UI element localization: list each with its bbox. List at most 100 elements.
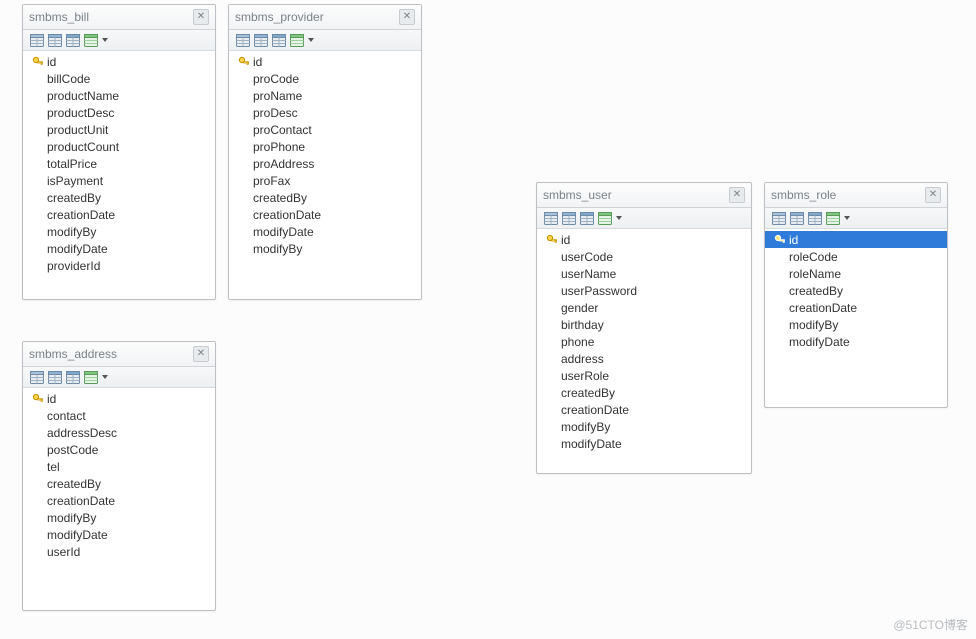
field-row[interactable]: gender [537,299,751,316]
field-row[interactable]: modifyDate [765,333,947,350]
toolbar-table-icon[interactable] [235,33,251,47]
field-row[interactable]: modifyDate [537,435,751,452]
table-toolbar[interactable] [23,30,215,51]
toolbar-table-icon[interactable] [543,211,559,225]
toolbar-view-icon[interactable] [825,211,841,225]
toolbar-table-icon-2[interactable] [47,33,63,47]
field-row[interactable]: creationDate [537,401,751,418]
field-row[interactable]: proContact [229,121,421,138]
table-panel-address[interactable]: smbms_address ✕ id contact ad [22,341,216,611]
field-row[interactable]: modifyBy [23,223,215,240]
field-row[interactable]: modifyBy [229,240,421,257]
field-row[interactable]: proPhone [229,138,421,155]
field-row[interactable]: createdBy [229,189,421,206]
field-row[interactable]: roleName [765,265,947,282]
toolbar-table-icon[interactable] [29,33,45,47]
field-row[interactable]: proCode [229,70,421,87]
close-icon[interactable]: ✕ [193,346,209,362]
toolbar-table-icon-3[interactable] [579,211,595,225]
field-row[interactable]: proName [229,87,421,104]
field-row[interactable]: userId [23,543,215,560]
toolbar-view-icon[interactable] [83,33,99,47]
toolbar-table-icon[interactable] [29,370,45,384]
field-list[interactable]: id contact addressDesc postCode tel crea… [23,388,215,566]
table-panel-role[interactable]: smbms_role ✕ id roleCode role [764,182,948,408]
chevron-down-icon[interactable] [844,216,850,220]
field-row[interactable]: createdBy [23,189,215,206]
field-row[interactable]: userRole [537,367,751,384]
field-row[interactable]: birthday [537,316,751,333]
field-row[interactable]: createdBy [765,282,947,299]
field-row[interactable]: roleCode [765,248,947,265]
toolbar-table-icon-3[interactable] [271,33,287,47]
field-row[interactable]: userName [537,265,751,282]
toolbar-table-icon-3[interactable] [65,33,81,47]
close-icon[interactable]: ✕ [729,187,745,203]
field-row[interactable]: isPayment [23,172,215,189]
field-row[interactable]: phone [537,333,751,350]
field-row[interactable]: modifyBy [537,418,751,435]
titlebar[interactable]: smbms_bill ✕ [23,5,215,30]
field-row[interactable]: postCode [23,441,215,458]
field-row[interactable]: id [23,53,215,70]
field-row[interactable]: addressDesc [23,424,215,441]
toolbar-view-icon[interactable] [83,370,99,384]
titlebar[interactable]: smbms_provider ✕ [229,5,421,30]
titlebar[interactable]: smbms_role ✕ [765,183,947,208]
field-row[interactable]: modifyDate [229,223,421,240]
close-icon[interactable]: ✕ [399,9,415,25]
field-row[interactable]: productDesc [23,104,215,121]
toolbar-table-icon[interactable] [771,211,787,225]
toolbar-table-icon-3[interactable] [65,370,81,384]
field-row[interactable]: modifyBy [23,509,215,526]
field-row[interactable]: contact [23,407,215,424]
toolbar-view-icon[interactable] [289,33,305,47]
field-row[interactable]: creationDate [23,206,215,223]
field-row[interactable]: productUnit [23,121,215,138]
chevron-down-icon[interactable] [102,375,108,379]
field-row[interactable]: providerId [23,257,215,274]
field-row[interactable]: createdBy [23,475,215,492]
field-row[interactable]: proDesc [229,104,421,121]
field-row[interactable]: userCode [537,248,751,265]
field-list[interactable]: id billCode productName productDesc prod… [23,51,215,280]
field-row[interactable]: billCode [23,70,215,87]
field-row[interactable]: id [765,231,947,248]
toolbar-table-icon-2[interactable] [789,211,805,225]
field-list[interactable]: id userCode userName userPassword gender… [537,229,751,458]
table-panel-provider[interactable]: smbms_provider ✕ id proCode p [228,4,422,300]
chevron-down-icon[interactable] [308,38,314,42]
field-row[interactable]: proFax [229,172,421,189]
table-toolbar[interactable] [229,30,421,51]
toolbar-table-icon-2[interactable] [253,33,269,47]
table-panel-user[interactable]: smbms_user ✕ id userCode user [536,182,752,474]
field-row[interactable]: address [537,350,751,367]
chevron-down-icon[interactable] [102,38,108,42]
field-row[interactable]: id [229,53,421,70]
table-toolbar[interactable] [537,208,751,229]
field-list[interactable]: id roleCode roleName createdBy creationD… [765,229,947,356]
field-row[interactable]: id [23,390,215,407]
table-toolbar[interactable] [23,367,215,388]
toolbar-table-icon-2[interactable] [47,370,63,384]
field-row[interactable]: productCount [23,138,215,155]
close-icon[interactable]: ✕ [925,187,941,203]
field-row[interactable]: creationDate [23,492,215,509]
field-row[interactable]: createdBy [537,384,751,401]
titlebar[interactable]: smbms_address ✕ [23,342,215,367]
toolbar-table-icon-2[interactable] [561,211,577,225]
field-list[interactable]: id proCode proName proDesc proContact pr… [229,51,421,263]
field-row[interactable]: modifyDate [23,526,215,543]
field-row[interactable]: totalPrice [23,155,215,172]
field-row[interactable]: creationDate [229,206,421,223]
field-row[interactable]: creationDate [765,299,947,316]
field-row[interactable]: productName [23,87,215,104]
field-row[interactable]: modifyDate [23,240,215,257]
field-row[interactable]: modifyBy [765,316,947,333]
field-row[interactable]: tel [23,458,215,475]
field-row[interactable]: proAddress [229,155,421,172]
chevron-down-icon[interactable] [616,216,622,220]
toolbar-table-icon-3[interactable] [807,211,823,225]
field-row[interactable]: id [537,231,751,248]
field-row[interactable]: userPassword [537,282,751,299]
